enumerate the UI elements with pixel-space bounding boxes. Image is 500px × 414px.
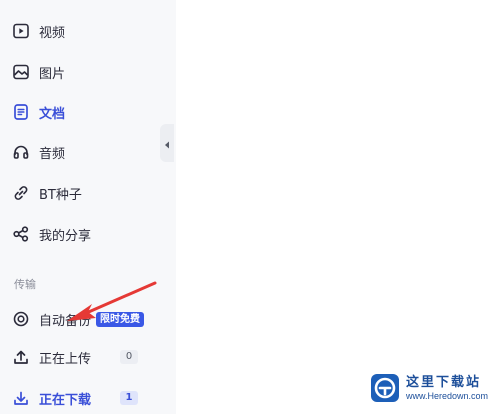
chevron-left-icon <box>164 134 170 153</box>
watermark-name: 这里下载站 <box>406 374 482 390</box>
watermark-url: www.Heredown.com <box>406 390 489 401</box>
sidebar-item-label: 自动备份 <box>39 313 92 329</box>
sidebar-item-images[interactable]: 图片 <box>0 54 176 90</box>
sidebar-item-label: 视频 <box>39 25 66 41</box>
upload-count-badge: 0 <box>120 350 138 364</box>
video-icon <box>12 22 30 40</box>
sidebar-item-label: BT种子 <box>39 187 82 203</box>
watermark-logo-icon <box>371 374 399 402</box>
sidebar-collapse-handle[interactable] <box>160 124 174 162</box>
sidebar-item-video[interactable]: 视频 <box>0 13 176 49</box>
sidebar-item-label: 正在下载 <box>39 392 92 408</box>
sidebar-item-bt[interactable]: BT种子 <box>0 175 176 211</box>
share-icon <box>12 225 30 243</box>
sidebar-item-uploading[interactable]: 正在上传 <box>0 339 176 375</box>
download-count-badge: 1 <box>120 391 138 405</box>
transfer-section-label: 传输 <box>14 278 36 291</box>
sidebar-item-label: 我的分享 <box>39 228 92 244</box>
site-watermark: 这里下载站 www.Heredown.com <box>370 371 492 405</box>
document-icon <box>12 103 30 121</box>
sidebar-item-auto-backup[interactable]: 自动备份 <box>0 301 176 337</box>
download-icon <box>12 389 30 407</box>
sidebar-item-label: 正在上传 <box>39 351 92 367</box>
sidebar-item-my-shares[interactable]: 我的分享 <box>0 216 176 252</box>
image-icon <box>12 63 30 81</box>
sidebar-item-label: 音频 <box>39 146 66 162</box>
sidebar-item-label: 文档 <box>39 106 66 122</box>
sidebar-item-downloading[interactable]: 正在下载 <box>0 380 176 414</box>
sidebar-item-label: 图片 <box>39 66 66 82</box>
sidebar-item-audio[interactable]: 音频 <box>0 134 176 170</box>
headphones-icon <box>12 143 30 161</box>
sidebar-item-documents[interactable]: 文档 <box>0 94 176 130</box>
backup-icon <box>12 310 30 328</box>
link-icon <box>12 184 30 202</box>
sidebar: 视频 图片 文档 音频 BT种子 我的分享 传输 自动备份 限时免费 正在上传 … <box>0 0 176 414</box>
upload-icon <box>12 348 30 366</box>
free-promo-badge: 限时免费 <box>96 312 144 327</box>
